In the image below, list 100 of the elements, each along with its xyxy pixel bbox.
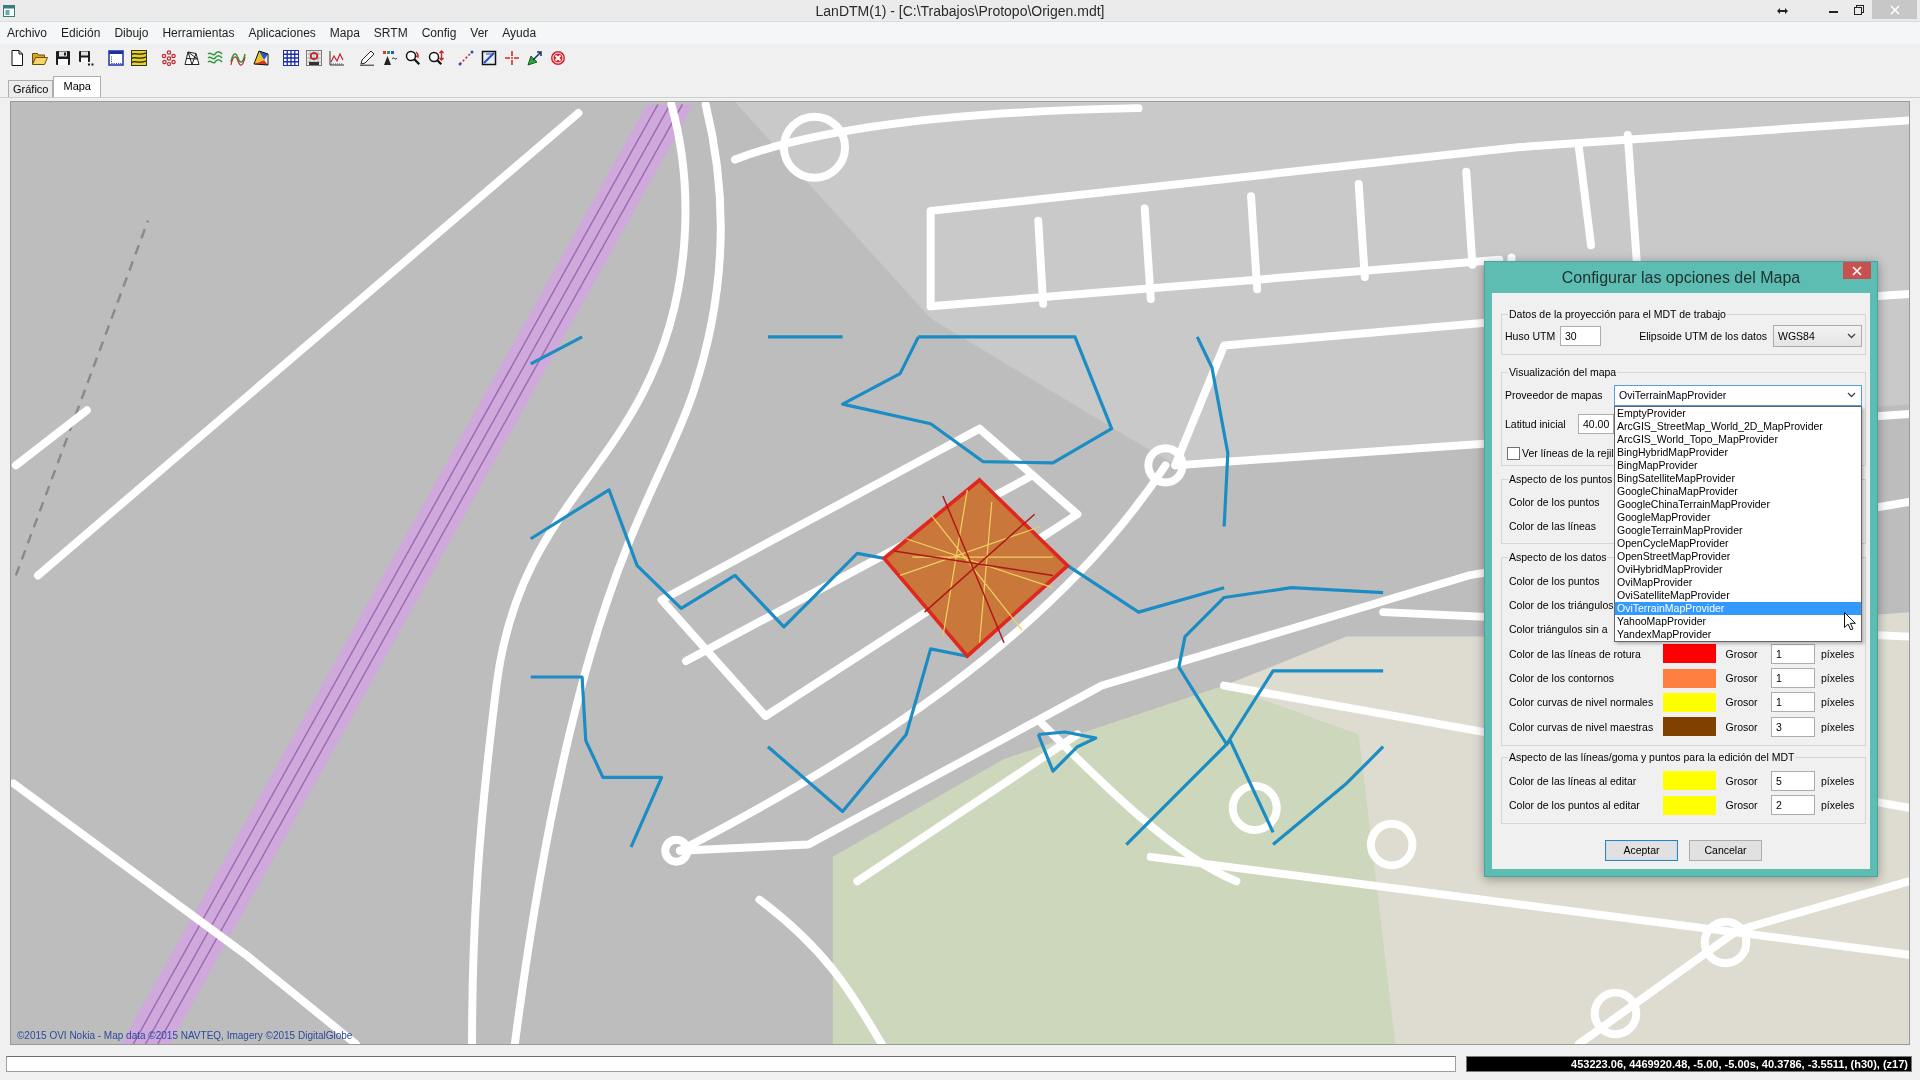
field-label: Color de los contornos	[1509, 672, 1616, 685]
contour-tile-icon[interactable]	[131, 50, 147, 66]
floppy-disk-dots-icon[interactable]	[78, 50, 94, 66]
text-field[interactable]: 5	[1771, 770, 1815, 791]
text-field[interactable]: 1	[1771, 692, 1815, 713]
chevron-down-icon	[1847, 392, 1856, 398]
dropdown-option[interactable]: GoogleChinaMapProvider	[1615, 484, 1861, 498]
menu-item[interactable]: Ayuda	[495, 24, 544, 42]
close-button[interactable]	[1843, 262, 1871, 279]
restore-icon	[1854, 4, 1864, 15]
group-label: Datos de la proyección para el MDT de trabajo	[1508, 307, 1727, 321]
text-field[interactable]: 3	[1771, 716, 1815, 737]
color-swatch[interactable]	[1663, 717, 1716, 737]
crosshair-icon[interactable]	[504, 50, 520, 66]
text-field[interactable]: 1	[1771, 643, 1815, 664]
pencil-icon[interactable]	[359, 50, 375, 66]
field-label: Latitud inicial	[1505, 418, 1567, 430]
triangle-mesh-icon[interactable]	[184, 50, 200, 66]
close-icon	[1889, 4, 1900, 15]
dropdown-option[interactable]: BingHybridMapProvider	[1615, 445, 1861, 459]
shaded-mesh-icon[interactable]	[253, 50, 269, 66]
resize-arrows-icon[interactable]	[1777, 7, 1788, 14]
field-label: Color de los puntos	[1509, 574, 1600, 587]
menu-item[interactable]: Aplicaciones	[241, 24, 323, 42]
line-chart-icon[interactable]	[329, 50, 345, 66]
app-window-icon	[3, 4, 15, 17]
field-label: Color triángulos sin a	[1509, 623, 1608, 636]
menu-item[interactable]: Dibujo	[107, 24, 156, 42]
dropdown-option[interactable]: GoogleTerrainMapProvider	[1615, 523, 1861, 537]
text-field[interactable]: 40.00	[1578, 414, 1614, 434]
tab[interactable]: Mapa	[53, 76, 101, 97]
dropdown-option[interactable]: EmptyProvider	[1615, 406, 1861, 420]
checkbox[interactable]	[1507, 446, 1520, 460]
group-label: Aspecto de los puntos	[1508, 472, 1614, 486]
minimize-icon	[1828, 11, 1838, 13]
dropdown-option[interactable]: ArcGIS_StreetMap_World_2D_MapProvider	[1615, 419, 1861, 433]
grid-icon[interactable]	[283, 50, 299, 66]
color-swatch[interactable]	[1663, 644, 1716, 664]
menu-item[interactable]: Archivo	[0, 24, 54, 42]
text-field[interactable]: 2	[1771, 795, 1815, 816]
dialog-button[interactable]: Cancelar	[1689, 839, 1762, 861]
magnifier-arrows-icon[interactable]	[405, 50, 421, 66]
map-polyline	[530, 335, 583, 366]
folder-icon[interactable]	[32, 50, 48, 66]
menu-item[interactable]: Config	[414, 24, 464, 42]
pen-arrow-icon[interactable]	[527, 50, 543, 66]
square-diagonal-icon[interactable]	[481, 50, 497, 66]
palette-icon[interactable]	[382, 50, 398, 66]
menu-item[interactable]: Herramientas	[155, 24, 242, 42]
field-label: Elipsoide UTM de los datos	[1639, 330, 1767, 342]
dashed-line-icon[interactable]	[458, 50, 474, 66]
window-title: LanDTM(1) - [C:\Trabajos\Protopo\Origen.mdt]	[815, 1, 1105, 20]
field-label: Huso UTM	[1505, 330, 1557, 342]
menu-item[interactable]: SRTM	[366, 24, 415, 42]
text-field[interactable]: 1	[1771, 668, 1815, 689]
x-circle-icon[interactable]	[550, 50, 566, 66]
dropdown[interactable]: WGS84	[1773, 325, 1862, 347]
mouse-pointer-icon	[1844, 611, 1856, 630]
close-icon	[1852, 265, 1862, 276]
dropdown-option[interactable]: OviMapProvider	[1615, 575, 1861, 589]
text-field[interactable]: 30	[1560, 326, 1601, 346]
dropdown-option[interactable]: OviHybridMapProvider	[1615, 562, 1861, 576]
dotted-frame-icon[interactable]	[108, 50, 124, 66]
dropdown-option[interactable]: GoogleMapProvider	[1615, 510, 1861, 524]
dropdown-option[interactable]: BingSatelliteMapProvider	[1615, 471, 1861, 485]
tab[interactable]: Gráfico	[8, 80, 54, 97]
dropdown-option[interactable]: OpenStreetMapProvider	[1615, 549, 1861, 563]
dropdown-option[interactable]: OpenCycleMapProvider	[1615, 536, 1861, 550]
scattered-points-icon[interactable]	[161, 50, 177, 66]
blank-page-icon[interactable]	[9, 50, 25, 66]
dialog-button[interactable]: Aceptar	[1605, 839, 1678, 861]
menu-item[interactable]: Ver	[463, 24, 496, 42]
dropdown-option[interactable]: GoogleChinaTerrainMapProvider	[1615, 497, 1861, 511]
dropdown-option[interactable]: ArcGIS_World_Topo_MapProvider	[1615, 432, 1861, 446]
menu-item[interactable]: Edición	[54, 24, 108, 42]
checkbox-label: Ver líneas de la rejil	[1522, 447, 1614, 459]
profile-lines-icon[interactable]	[230, 50, 246, 66]
field-label: Color de los triángulos	[1509, 599, 1614, 612]
group-label: Aspecto de los datos	[1508, 551, 1608, 565]
dropdown[interactable]: OviTerrainMapProvider	[1614, 384, 1862, 406]
unit-label: píxeles	[1821, 647, 1855, 660]
field-label: Color de las líneas	[1509, 520, 1596, 533]
unit-label: píxeles	[1821, 799, 1855, 812]
dropdown-option[interactable]: YahooMapProvider	[1615, 614, 1861, 628]
unit-label: píxeles	[1821, 774, 1855, 787]
color-swatch[interactable]	[1663, 795, 1716, 815]
field-label: Color de las líneas de rotura	[1509, 647, 1642, 660]
grid-table-icon[interactable]	[306, 50, 322, 66]
field-label: Grosor	[1725, 720, 1759, 733]
group-label: Aspecto de las líneas/goma y puntos para la edición del MDT	[1508, 751, 1796, 765]
dropdown-option[interactable]: BingMapProvider	[1615, 458, 1861, 472]
color-swatch[interactable]	[1663, 668, 1716, 688]
magnifier-updown-icon[interactable]	[428, 50, 444, 66]
color-swatch[interactable]	[1663, 771, 1716, 791]
contour-lines-icon[interactable]	[207, 50, 223, 66]
dropdown-option[interactable]: YandexMapProvider	[1615, 627, 1861, 641]
menu-item[interactable]: Mapa	[322, 24, 367, 42]
field-label: Color de las líneas al editar	[1509, 774, 1638, 787]
dropdown-option[interactable]: OviSatelliteMapProvider	[1615, 588, 1861, 602]
color-swatch[interactable]	[1663, 692, 1716, 712]
